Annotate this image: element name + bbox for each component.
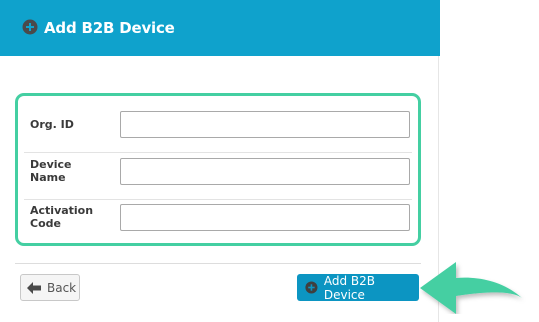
- add-b2b-device-button[interactable]: Add B2B Device: [297, 273, 419, 302]
- modal-header: Add B2B Device: [0, 0, 440, 56]
- org-id-row: Org. ID: [24, 102, 412, 153]
- device-name-input[interactable]: [120, 158, 410, 185]
- modal-title: Add B2B Device: [44, 19, 175, 37]
- activation-code-row: Activation Code: [24, 199, 412, 240]
- device-name-row: Device Name: [24, 152, 412, 200]
- activation-code-input[interactable]: [120, 204, 410, 231]
- back-button-label: Back: [47, 280, 77, 295]
- plus-circle-icon: [22, 19, 38, 35]
- org-id-input[interactable]: [120, 111, 410, 138]
- back-button[interactable]: Back: [20, 274, 80, 301]
- device-form: Org. ID Device Name Activation Code: [15, 93, 421, 246]
- footer-divider: [15, 263, 421, 264]
- pointing-arrow-icon: [420, 262, 522, 314]
- arrow-left-icon: [27, 281, 41, 294]
- add-button-label: Add B2B Device: [323, 273, 376, 302]
- plus-circle-icon: [305, 281, 318, 294]
- device-name-label: Device Name: [30, 158, 72, 184]
- activation-code-label: Activation Code: [30, 204, 94, 230]
- org-id-label: Org. ID: [30, 118, 74, 131]
